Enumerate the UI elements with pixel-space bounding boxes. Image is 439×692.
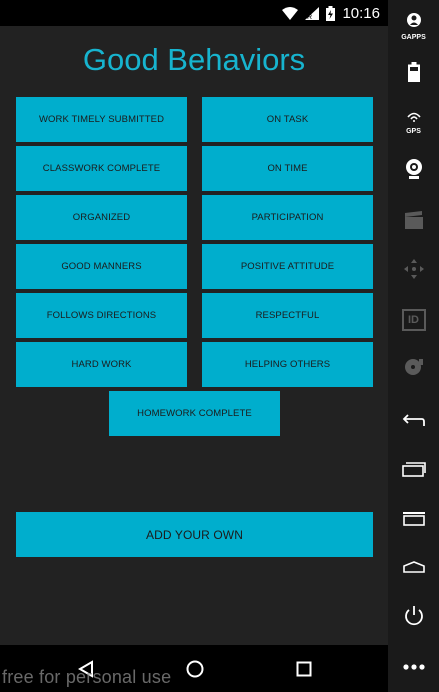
- side-recents-button[interactable]: [388, 457, 439, 485]
- good-manners-button[interactable]: GOOD MANNERS: [16, 244, 187, 289]
- gps-button[interactable]: GPS: [388, 108, 439, 136]
- home-outline-icon: [402, 560, 426, 579]
- id-icon: ID: [401, 309, 426, 331]
- power-button[interactable]: [388, 603, 439, 633]
- disk-button[interactable]: [388, 355, 439, 383]
- on-time-button[interactable]: ON TIME: [202, 146, 373, 191]
- respectful-button[interactable]: RESPECTFUL: [202, 293, 373, 338]
- follows-directions-button[interactable]: FOLLOWS DIRECTIONS: [16, 293, 187, 338]
- side-back-button[interactable]: [388, 408, 439, 436]
- organized-button[interactable]: ORGANIZED: [16, 195, 187, 240]
- return-arrow-icon: [402, 413, 426, 432]
- dpad-button[interactable]: [388, 257, 439, 285]
- dpad-arrows-icon: [403, 258, 425, 285]
- watermark-text: free for personal use: [2, 667, 172, 687]
- power-icon: [403, 605, 425, 632]
- homework-complete-button[interactable]: HOMEWORK COMPLETE: [109, 391, 280, 436]
- multi-window-icon: [401, 461, 426, 482]
- status-bar: R 10:16: [0, 0, 388, 26]
- device-frame: R 10:16 Good Behaviors WORK TIMELY SUBMI…: [0, 0, 439, 692]
- home-icon[interactable]: [181, 645, 209, 692]
- svg-text:R: R: [307, 14, 312, 20]
- gapps-icon: [406, 12, 422, 33]
- positive-attitude-button[interactable]: POSITIVE ATTITUDE: [202, 244, 373, 289]
- add-your-own-button[interactable]: ADD YOUR OWN: [16, 512, 373, 557]
- participation-button[interactable]: PARTICIPATION: [202, 195, 373, 240]
- id-label: ID: [408, 314, 419, 326]
- battery-icon: [326, 5, 336, 21]
- classwork-complete-button[interactable]: CLASSWORK COMPLETE: [16, 146, 187, 191]
- helping-others-button[interactable]: HELPING OTHERS: [202, 342, 373, 387]
- recents-icon[interactable]: [290, 645, 318, 692]
- signal-icon: R: [305, 6, 320, 20]
- clapperboard-icon: [404, 210, 424, 235]
- more-options-button[interactable]: [388, 655, 439, 677]
- page-title: Good Behaviors: [82, 42, 306, 77]
- wifi-icon: [282, 6, 299, 20]
- side-home-button[interactable]: [388, 555, 439, 583]
- work-timely-submitted-button[interactable]: WORK TIMELY SUBMITTED: [16, 97, 187, 142]
- webcam-icon: [404, 158, 424, 185]
- battery-panel-icon: [407, 61, 420, 87]
- gapps-button[interactable]: GAPPS: [388, 12, 439, 41]
- gps-icon: [406, 109, 422, 127]
- camera-button[interactable]: [388, 156, 439, 186]
- gapps-label: GAPPS: [401, 33, 426, 41]
- side-menu-button[interactable]: [388, 507, 439, 535]
- on-task-button[interactable]: ON TASK: [202, 97, 373, 142]
- menu-window-icon: [402, 511, 426, 531]
- battery-panel-button[interactable]: [388, 61, 439, 87]
- emulator-side-panel: GAPPS GPS ID: [388, 0, 439, 692]
- hard-work-button[interactable]: HARD WORK: [16, 342, 187, 387]
- more-dots-icon: [402, 657, 425, 675]
- gps-label: GPS: [406, 128, 421, 135]
- status-clock: 10:16: [342, 4, 380, 22]
- disk-icon: [404, 357, 424, 382]
- screen-record-button[interactable]: [388, 208, 439, 236]
- device-id-button[interactable]: ID: [388, 306, 439, 334]
- app-content: Good Behaviors WORK TIMELY SUBMITTED ON …: [0, 26, 388, 645]
- phone-screen: R 10:16 Good Behaviors WORK TIMELY SUBMI…: [0, 0, 388, 692]
- status-icons: R 10:16: [282, 0, 380, 26]
